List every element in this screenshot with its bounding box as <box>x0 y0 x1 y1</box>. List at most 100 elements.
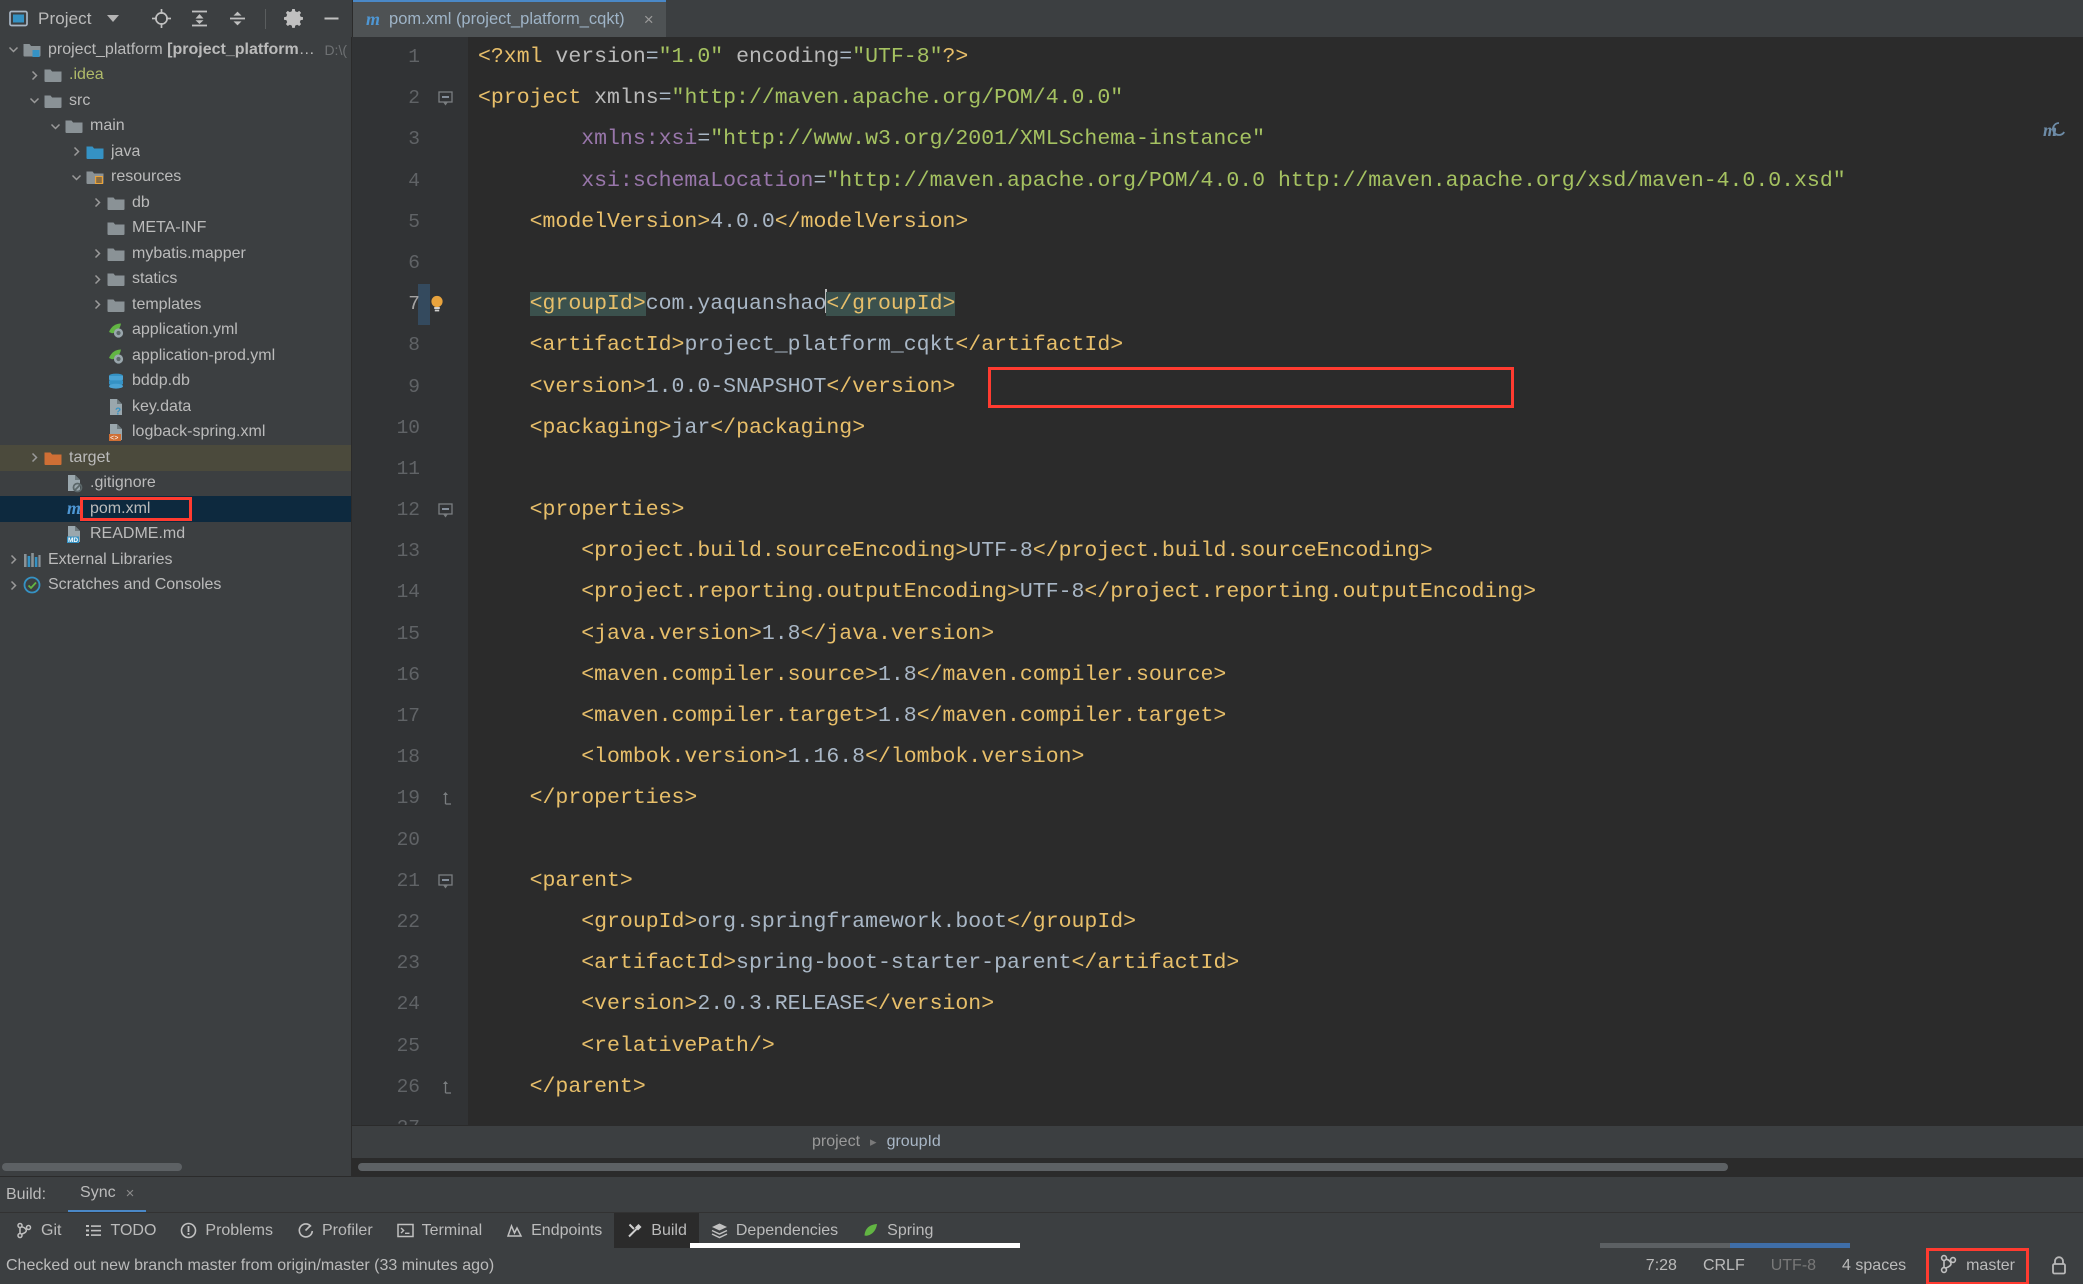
gutter-line[interactable]: 25 <box>352 1026 468 1067</box>
maven-reload-icon[interactable]: m <box>2039 115 2069 145</box>
code-line[interactable]: xsi:schemaLocation="http://maven.apache.… <box>468 161 2083 202</box>
gutter-line[interactable]: 12 <box>352 490 468 531</box>
gutter-line[interactable]: 2 <box>352 78 468 119</box>
code-line[interactable]: <version>1.0.0-SNAPSHOT</version> <box>468 367 2083 408</box>
code-line[interactable] <box>468 820 2083 861</box>
gutter-line[interactable]: 22 <box>352 902 468 943</box>
code-line[interactable]: <artifactId>project_platform_cqkt</artif… <box>468 325 2083 366</box>
fold-collapse-icon[interactable] <box>437 873 454 890</box>
gutter-line[interactable]: 24 <box>352 984 468 1025</box>
code-line[interactable] <box>468 243 2083 284</box>
chevron-down-icon[interactable] <box>6 44 21 55</box>
tree-item-idea[interactable]: .idea <box>0 63 351 89</box>
tool-window-button-terminal[interactable]: Terminal <box>385 1213 494 1249</box>
gutter-line[interactable]: 11 <box>352 449 468 490</box>
chevron-down-icon[interactable] <box>106 15 119 22</box>
breadcrumb-item-project[interactable]: project <box>812 1133 860 1151</box>
code-line[interactable]: <parent> <box>468 861 2083 902</box>
indent-setting[interactable]: 4 spaces <box>1842 1257 1906 1275</box>
breadcrumb-item-groupid[interactable]: groupId <box>887 1133 941 1151</box>
code-line[interactable]: <java.version>1.8</java.version> <box>468 614 2083 655</box>
tree-item-templates[interactable]: templates <box>0 292 351 318</box>
chevron-down-icon[interactable] <box>48 121 63 132</box>
code-line[interactable] <box>468 1108 2083 1125</box>
tree-item-statics[interactable]: statics <box>0 267 351 293</box>
code-line[interactable]: <project.reporting.outputEncoding>UTF-8<… <box>468 572 2083 613</box>
tree-item-resources[interactable]: resources <box>0 165 351 191</box>
locate-target-icon[interactable] <box>151 8 172 29</box>
fold-collapse-icon[interactable] <box>437 502 454 519</box>
chevron-right-icon[interactable] <box>90 248 105 259</box>
code-line[interactable]: <project xmlns="http://maven.apache.org/… <box>468 78 2083 119</box>
close-icon[interactable]: × <box>126 1185 135 1202</box>
caret-position[interactable]: 7:28 <box>1646 1257 1677 1275</box>
code-line[interactable]: <packaging>jar</packaging> <box>468 408 2083 449</box>
chevron-right-icon[interactable] <box>6 580 21 591</box>
code-line[interactable]: </properties> <box>468 778 2083 819</box>
tree-item-db[interactable]: db <box>0 190 351 216</box>
chevron-right-icon[interactable] <box>90 274 105 285</box>
chevron-right-icon[interactable] <box>90 197 105 208</box>
tree-item-target[interactable]: target <box>0 445 351 471</box>
tree-item-java[interactable]: java <box>0 139 351 165</box>
code-line[interactable] <box>468 449 2083 490</box>
chevron-right-icon[interactable] <box>6 554 21 565</box>
editor-horizontal-scrollbar[interactable] <box>352 1158 2083 1176</box>
gutter-line[interactable]: 19 <box>352 778 468 819</box>
gutter-line[interactable]: 21 <box>352 861 468 902</box>
expand-all-icon[interactable] <box>189 8 210 29</box>
chevron-right-icon[interactable] <box>27 452 42 463</box>
gutter-line[interactable]: 17 <box>352 696 468 737</box>
gutter-line[interactable]: 23 <box>352 943 468 984</box>
gutter-line[interactable]: 14 <box>352 572 468 613</box>
code-line[interactable]: <artifactId>spring-boot-starter-parent</… <box>468 943 2083 984</box>
chevron-right-icon[interactable] <box>90 299 105 310</box>
tree-item-meta-inf[interactable]: META-INF <box>0 216 351 242</box>
gutter-line[interactable]: 27 <box>352 1108 468 1125</box>
tree-item-src[interactable]: src <box>0 88 351 114</box>
code-line[interactable]: </parent> <box>468 1067 2083 1108</box>
code-line[interactable]: <groupId>com.yaquanshao</groupId> <box>468 284 2083 325</box>
gutter-line[interactable]: 5 <box>352 202 468 243</box>
gutter-line[interactable]: 10 <box>352 408 468 449</box>
file-encoding[interactable]: UTF-8 <box>1771 1257 1816 1275</box>
fold-collapse-icon[interactable] <box>437 90 454 107</box>
gutter-line[interactable]: 3 <box>352 119 468 160</box>
gutter-line[interactable]: 18 <box>352 737 468 778</box>
project-tree[interactable]: project_platform [project_platform_cqkt]… <box>0 37 351 1158</box>
tree-item-readme-md[interactable]: MD README.md <box>0 522 351 548</box>
tree-item-external-libraries[interactable]: External Libraries <box>0 547 351 573</box>
tree-item-scratches-and-consoles[interactable]: Scratches and Consoles <box>0 573 351 599</box>
gutter-line[interactable]: 6 <box>352 243 468 284</box>
code-line[interactable]: <?xml version="1.0" encoding="UTF-8"?> <box>468 37 2083 78</box>
code-lines[interactable]: <?xml version="1.0" encoding="UTF-8"?> <p… <box>468 37 2083 1125</box>
lock-icon[interactable] <box>2049 1255 2069 1277</box>
code-line[interactable]: <modelVersion>4.0.0</modelVersion> <box>468 202 2083 243</box>
tree-item-application-prod-yml[interactable]: application-prod.yml <box>0 343 351 369</box>
chevron-right-icon[interactable] <box>69 146 84 157</box>
code-line[interactable]: <maven.compiler.source>1.8</maven.compil… <box>468 655 2083 696</box>
tool-window-button-build[interactable]: Build <box>614 1212 699 1249</box>
tool-window-button-endpoints[interactable]: Endpoints <box>494 1213 614 1249</box>
line-separator[interactable]: CRLF <box>1703 1257 1745 1275</box>
project-panel-title[interactable]: Project <box>8 8 119 29</box>
tool-window-button-profiler[interactable]: Profiler <box>285 1213 385 1249</box>
gutter-line[interactable]: 8 <box>352 325 468 366</box>
gear-icon[interactable] <box>283 8 304 29</box>
code-line[interactable]: <project.build.sourceEncoding>UTF-8</pro… <box>468 531 2083 572</box>
tree-item-mybatis-mapper[interactable]: mybatis.mapper <box>0 241 351 267</box>
close-icon[interactable]: × <box>644 11 654 28</box>
minimize-icon[interactable] <box>321 8 342 29</box>
tree-item-bddp-db[interactable]: bddp.db <box>0 369 351 395</box>
build-sync-tab[interactable]: Sync × <box>68 1177 147 1213</box>
chevron-down-icon[interactable] <box>69 172 84 183</box>
editor-tab-pom-xml[interactable]: m pom.xml (project_platform_cqkt) × <box>353 0 666 37</box>
git-branch-widget[interactable]: master <box>1926 1247 2029 1284</box>
gutter-line[interactable]: 4 <box>352 161 468 202</box>
code-line[interactable]: <lombok.version>1.16.8</lombok.version> <box>468 737 2083 778</box>
fold-end-icon[interactable] <box>437 1079 454 1096</box>
fold-end-icon[interactable] <box>437 790 454 807</box>
code-line[interactable]: <relativePath/> <box>468 1026 2083 1067</box>
gutter-line[interactable]: 7 <box>352 284 468 326</box>
gutter-line[interactable]: 9 <box>352 367 468 408</box>
